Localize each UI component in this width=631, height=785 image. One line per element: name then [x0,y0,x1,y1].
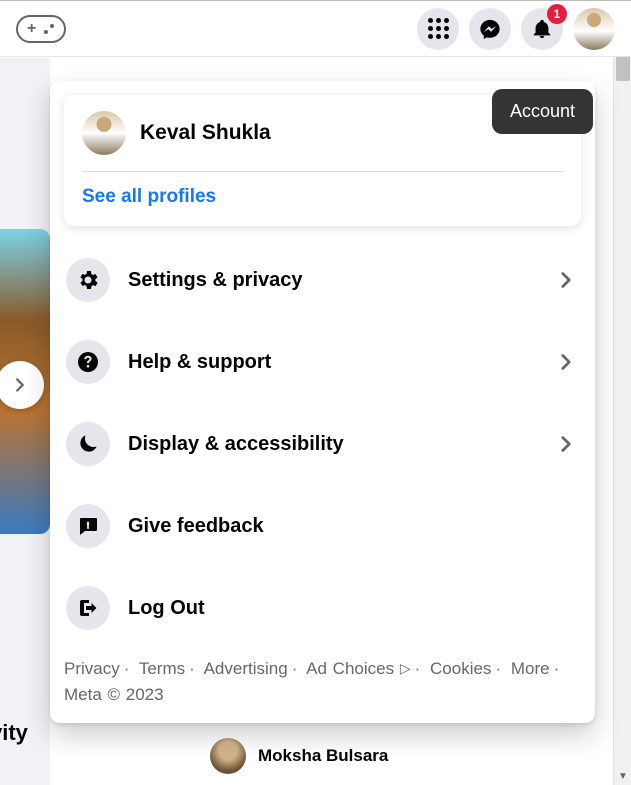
notifications-button[interactable]: 1 [521,8,563,50]
profile-name: Keval Shukla [140,121,271,145]
footer-meta-text: Meta © 2023 [64,685,164,704]
footer-advertising-link[interactable]: Advertising [204,659,288,678]
menu-item-settings-privacy[interactable]: Settings & privacy [64,254,581,306]
menu-button[interactable] [417,8,459,50]
account-menu-list: Settings & privacy Help & support Displa… [64,254,581,634]
account-avatar[interactable] [573,8,615,50]
footer-cookies-link[interactable]: Cookies [430,659,491,678]
scroll-down-arrow[interactable]: ▼ [614,767,631,785]
background-truncated-text: vity [0,720,28,746]
messenger-icon [479,18,501,40]
scrollbar[interactable]: ▲ ▼ [613,1,631,785]
account-dropdown-panel: Keval Shukla See all profiles Settings &… [50,81,595,723]
footer-privacy-link[interactable]: Privacy [64,659,120,678]
menu-item-display-accessibility[interactable]: Display & accessibility [64,418,581,470]
menu-label: Give feedback [128,515,579,538]
messenger-button[interactable] [469,8,511,50]
grid-icon [428,18,449,39]
menu-label: Help & support [128,351,535,374]
contact-avatar [210,738,246,774]
moon-icon [66,422,110,466]
footer-more-link[interactable]: More [511,659,550,678]
footer-links: Privacy· Terms· Advertising· Ad Choices … [64,656,581,709]
chevron-right-icon [553,349,579,375]
chevron-right-icon [553,431,579,457]
contact-name: Moksha Bulsara [258,746,388,766]
right-header-icons: 1 [417,8,615,50]
see-all-profiles-link[interactable]: See all profiles [82,186,563,208]
left-header-icons [16,15,66,43]
menu-label: Settings & privacy [128,269,535,292]
top-header: 1 [0,1,631,57]
profile-link[interactable]: Keval Shukla [82,111,563,155]
gaming-icon[interactable] [16,15,66,43]
menu-label: Log Out [128,597,579,620]
menu-item-help-support[interactable]: Help & support [64,336,581,388]
menu-item-logout[interactable]: Log Out [64,582,581,634]
menu-item-give-feedback[interactable]: Give feedback [64,500,581,552]
profile-avatar [82,111,126,155]
menu-label: Display & accessibility [128,433,535,456]
footer-adchoices-link[interactable]: Ad Choices ▷ [306,659,410,678]
footer-terms-link[interactable]: Terms [139,659,185,678]
notification-badge: 1 [547,4,567,24]
chevron-right-icon [9,374,31,396]
background-contact-row[interactable]: Moksha Bulsara [210,738,388,774]
logout-icon [66,586,110,630]
question-icon [66,340,110,384]
feedback-icon [66,504,110,548]
divider [82,171,563,172]
gear-icon [66,258,110,302]
adchoices-icon: ▷ [400,658,411,680]
account-tooltip: Account [492,89,593,134]
chevron-right-icon [553,267,579,293]
